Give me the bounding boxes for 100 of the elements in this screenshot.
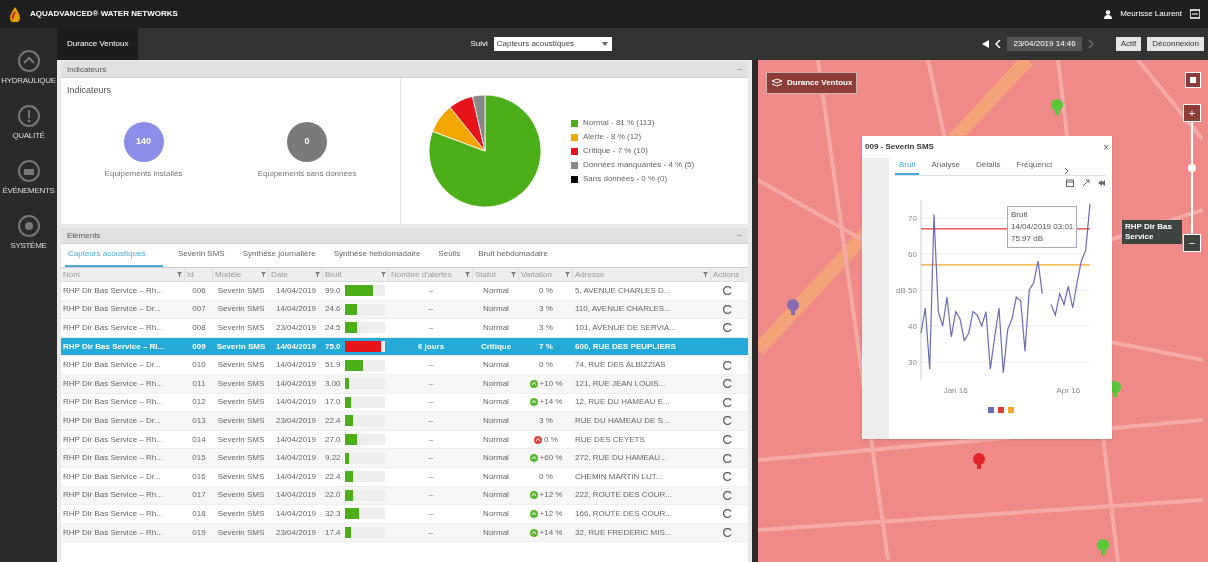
table-row[interactable]: RHP Dir Bas Service – Rh... 008 Severin SMS 23/04/2019 24.5 – Normal 3 % 101, AVENUE DE SERVIA... bbox=[61, 319, 748, 338]
table-cell-text: Normal bbox=[482, 322, 510, 334]
toolbar-button[interactable]: Déconnexion bbox=[1147, 37, 1204, 51]
map[interactable]: Durance Ventoux + RHP Dir Bas Service − 009 - Severin SMS × Bruit Analyse Détails Fréquenci 30 40 50 60 70 dB Jan 16 Apr 16 Bruit 14/04/2019 03:01 75.97 dB bbox=[758, 60, 1208, 562]
table-cell-text: – bbox=[427, 303, 435, 316]
sidebar-item[interactable]: ÉVÉNEMENTS bbox=[0, 158, 57, 199]
table-cell-text: 166, ROUTE DES COUR... bbox=[574, 507, 673, 520]
table-cell-text: 23/04/2019 bbox=[274, 322, 317, 334]
table-cell-text: Severin SMS bbox=[216, 526, 266, 539]
table-cell-text: 24.6 bbox=[325, 303, 342, 316]
sidebar-item[interactable]: SYSTÈME bbox=[0, 213, 57, 254]
table-cell: +60 % bbox=[539, 452, 563, 465]
chevron-right-icon bbox=[1063, 167, 1069, 175]
table-cell-text: 6 jours bbox=[416, 340, 446, 353]
view-tab[interactable]: Durance Ventoux bbox=[57, 28, 139, 60]
table-cell-text: 9.22 bbox=[325, 452, 342, 465]
table-cell-text: 018 bbox=[191, 507, 207, 520]
zoom-slider-handle[interactable] bbox=[1188, 164, 1196, 172]
table-cell-text: 22.4 bbox=[325, 414, 342, 427]
column-label: Modèle bbox=[215, 268, 242, 281]
column-label: Variation bbox=[521, 268, 552, 281]
popup-title: 009 - Severin SMS bbox=[865, 141, 934, 153]
table-row[interactable]: RHP Dir Bas Service – Rh... 006 Severin SMS 14/04/2019 99.0 – Normal 0 % 5, AVENUE CHARLES D... bbox=[61, 282, 748, 301]
table-cell-text: RUE DU HAMEAU DE S... bbox=[574, 414, 671, 427]
tab[interactable]: Bruit hebdomadaire bbox=[475, 248, 551, 267]
legend-swatch bbox=[997, 407, 1004, 413]
tab[interactable]: Synthèse hebdomadaire bbox=[330, 248, 424, 267]
filter-icon bbox=[703, 272, 708, 277]
table-cell-text: Normal bbox=[482, 284, 510, 297]
table-cell-text: 14/04/2019 bbox=[274, 452, 317, 465]
table-cell-text: Severin SMS bbox=[216, 470, 266, 483]
table-cell-text: 008 bbox=[191, 322, 207, 334]
table-cell-text: 019 bbox=[191, 526, 207, 539]
table-cell-text: 015 bbox=[191, 452, 207, 465]
table-cell-text: Severin SMS bbox=[216, 322, 266, 334]
rewind-icon bbox=[1098, 179, 1106, 187]
toolbar-button[interactable]: Actif bbox=[1115, 37, 1142, 51]
column-label: Nom bbox=[63, 268, 80, 281]
panel-title: Indicateurs bbox=[67, 63, 107, 76]
table-cell: 7 % bbox=[539, 340, 553, 353]
table-cell-text: 14/04/2019 bbox=[274, 507, 317, 520]
close-button[interactable]: × bbox=[1103, 139, 1109, 155]
menu-icon bbox=[1190, 9, 1200, 19]
table-row[interactable]: RHP Dir Bas Service – Dr... 013 Severin SMS 23/04/2019 22.4 – Normal 3 % RUE DU HAMEAU DE S... bbox=[61, 412, 748, 431]
legend-label: Critique - 7 % (10) bbox=[583, 145, 648, 157]
table-cell-text: 017 bbox=[191, 489, 207, 502]
tab[interactable]: Détails bbox=[971, 159, 1005, 175]
suivi-dropdown[interactable]: Capteurs acoustiques bbox=[493, 37, 612, 51]
legend-label: Alerte - 8 % (12) bbox=[583, 131, 642, 143]
filter-icon bbox=[511, 272, 516, 277]
tab[interactable]: Synthèse journalière bbox=[239, 248, 319, 267]
table-cell-text: 51.9 bbox=[325, 359, 342, 372]
tab[interactable]: Seuils bbox=[435, 248, 464, 267]
panel-header[interactable]: Indicateurs – bbox=[61, 62, 748, 78]
table-row[interactable]: RHP Dir Bas Service – Rh... 015 Severin SMS 14/04/2019 9.22 – Normal +60 % 272, RUE DU HAMEAU... bbox=[61, 449, 748, 468]
map-marker-icon bbox=[786, 298, 800, 316]
map-layer-label[interactable]: Durance Ventoux bbox=[766, 72, 858, 94]
date-field[interactable]: 23/04/2019 14:46 bbox=[1007, 37, 1082, 51]
table-row[interactable]: RHP Dir Bas Service – Rh... 018 Severin SMS 14/04/2019 32.3 – Normal +12 % 166, ROUTE DES COUR... bbox=[61, 505, 748, 524]
table-cell-text: RHP Dir Bas Service – Rh... bbox=[62, 377, 164, 390]
sidebar-item[interactable]: HYDRAULIQUE bbox=[0, 48, 57, 89]
table-cell-text: – bbox=[427, 396, 435, 409]
tab[interactable]: Severin SMS bbox=[175, 248, 228, 267]
table-cell-text: 27.0 bbox=[325, 433, 342, 446]
panel-header[interactable]: Eléments – bbox=[61, 228, 748, 244]
calendar-icon bbox=[1066, 179, 1074, 187]
table-cell-text: Severin SMS bbox=[215, 340, 267, 353]
table-cell-text: – bbox=[427, 377, 435, 390]
zoom-in-button[interactable]: + bbox=[1183, 104, 1201, 122]
table-cell-text: 011 bbox=[191, 377, 207, 390]
table-cell-text: 009 bbox=[191, 340, 207, 353]
column-label: Nombre d'alertes bbox=[391, 268, 452, 281]
table-cell-text: 17.0 bbox=[325, 396, 342, 409]
filter-icon bbox=[177, 272, 182, 277]
table-cell-text: – bbox=[427, 414, 435, 427]
table-cell-text: 14/04/2019 bbox=[274, 433, 317, 446]
table-cell: 0 % bbox=[544, 433, 558, 446]
table-cell-text: 014 bbox=[191, 433, 207, 446]
axis-tick-label: Apr 16 bbox=[1056, 386, 1081, 395]
sidebar-item[interactable]: QUALITÉ bbox=[0, 103, 57, 144]
table-cell-text: 99.0 bbox=[325, 284, 342, 297]
info-icon bbox=[17, 105, 40, 127]
user-name[interactable]: Meurisse Laurent bbox=[1120, 8, 1182, 20]
table-cell-text: 010 bbox=[191, 359, 207, 372]
axis-tick-label: 40 bbox=[908, 322, 917, 331]
previous-icon bbox=[995, 40, 1002, 48]
legend-swatch bbox=[571, 147, 578, 155]
filter-icon bbox=[381, 272, 386, 277]
table-cell-text: – bbox=[427, 489, 435, 502]
layers-icon bbox=[771, 78, 783, 88]
table-cell-text: 14/04/2019 bbox=[274, 284, 317, 297]
tab[interactable]: Analyse bbox=[927, 159, 964, 175]
column-label: Adresse bbox=[575, 268, 605, 281]
layers-button[interactable] bbox=[1185, 72, 1201, 88]
table-cell-text: RHP Dir Bas Service – Dr... bbox=[62, 470, 162, 483]
zoom-out-button[interactable]: − bbox=[1183, 234, 1201, 252]
tab[interactable]: Fréquenci bbox=[1012, 159, 1056, 175]
table-cell-text: Severin SMS bbox=[216, 359, 266, 372]
table-cell-text: Normal bbox=[482, 414, 510, 427]
table-cell-text: Normal bbox=[482, 489, 510, 502]
